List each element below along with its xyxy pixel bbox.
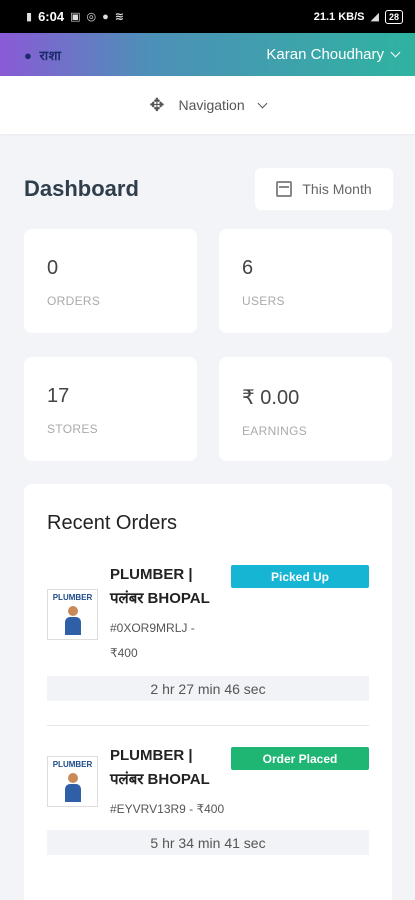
order-name-line1: PLUMBER | (110, 566, 193, 583)
wifi-icon: ◢ (370, 11, 379, 23)
chevron-down-icon (257, 98, 268, 108)
order-timer: 2 hr 27 min 46 sec (47, 676, 369, 701)
logo-text: राशा (39, 47, 62, 63)
compass-icon: ✥ (149, 94, 165, 115)
order-thumbnail: PLUMBER (47, 589, 98, 640)
calendar-icon (276, 181, 293, 197)
notification-icon: ▣ (70, 11, 81, 23)
dashboard-header: Dashboard This Month (24, 168, 393, 210)
recent-orders-title: Recent Orders (47, 512, 178, 534)
stat-label: STORES (47, 422, 98, 436)
order-item[interactable]: PLUMBER PLUMBER | पलंबर BHOPAL #EYVRV13R… (47, 746, 369, 900)
navigation-toggle[interactable]: ✥ Navigation (0, 76, 415, 134)
period-filter-button[interactable]: This Month (255, 168, 393, 210)
user-name: Karan Choudhary (266, 46, 384, 63)
recent-orders-card: Recent Orders PLUMBER PLUMBER | पलंबर BH… (24, 484, 392, 900)
thumbnail-brand: PLUMBER (52, 593, 93, 602)
stat-card-earnings[interactable]: ₹ 0.00 EARNINGS (219, 357, 392, 461)
network-speed: 21.1 KB/S (313, 10, 365, 23)
page-title: Dashboard (24, 176, 139, 201)
stat-value: 6 (242, 257, 254, 279)
stat-value: 0 (47, 257, 59, 279)
stat-card-users[interactable]: 6 USERS (219, 229, 392, 333)
chevron-down-icon (390, 47, 401, 58)
app-header: ● राशा Karan Choudhary (0, 33, 415, 76)
stat-label: ORDERS (47, 294, 101, 308)
order-name-line2: पलंबर BHOPAL (110, 590, 210, 607)
logo-mark-icon: ● (24, 47, 33, 63)
plumber-figure-icon (65, 606, 81, 636)
battery-icon: 28 (384, 9, 403, 24)
order-id: #0XOR9MRLJ - ₹400 (110, 616, 195, 666)
stat-label: EARNINGS (242, 424, 308, 438)
stat-card-orders[interactable]: 0 ORDERS (24, 229, 197, 333)
stat-card-stores[interactable]: 17 STORES (24, 357, 197, 461)
divider (47, 725, 369, 726)
order-service-name: PLUMBER | पलंबर BHOPAL (110, 563, 230, 611)
user-menu[interactable]: Karan Choudhary (266, 46, 401, 63)
order-name-line2: पलंबर BHOPAL (110, 771, 210, 788)
app-logo[interactable]: ● राशा (24, 46, 61, 64)
order-thumbnail: PLUMBER (47, 756, 98, 807)
navigation-label: Navigation (178, 97, 245, 113)
thumbnail-brand: PLUMBER (52, 760, 93, 769)
status-time: 6:04 (38, 9, 65, 24)
order-timer: 5 hr 34 min 41 sec (47, 830, 369, 855)
order-id-line1: #0XOR9MRLJ - (110, 621, 195, 635)
order-item[interactable]: PLUMBER PLUMBER | पलंबर BHOPAL #0XOR9MRL… (47, 565, 369, 726)
status-bar: ▮ 6:04 ▣ ◎ ● ≋ 21.1 KB/S ◢ 28 (0, 0, 415, 33)
order-id: #EYVRV13R9 - ₹400 (110, 802, 225, 816)
order-name-line1: PLUMBER | (110, 747, 193, 764)
status-badge: Picked Up (231, 565, 369, 588)
order-service-name: PLUMBER | पलंबर BHOPAL (110, 744, 230, 792)
instagram-icon: ◎ (86, 11, 97, 23)
stat-value: 17 (47, 385, 70, 407)
vibrate-icon: ≋ (114, 11, 124, 23)
signal-icon: ▮ (26, 11, 33, 23)
stat-label: USERS (242, 294, 285, 308)
app-icon: ● (102, 10, 109, 23)
status-badge: Order Placed (231, 747, 369, 770)
period-label: This Month (302, 181, 372, 197)
stat-value: ₹ 0.00 (242, 387, 300, 409)
order-price: ₹400 (110, 646, 138, 660)
plumber-figure-icon (65, 773, 81, 803)
